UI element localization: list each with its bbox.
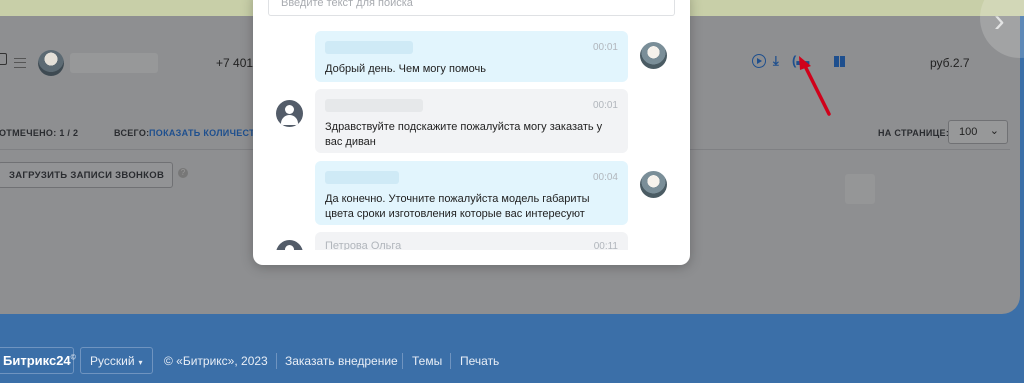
total-label: ВСЕГО: bbox=[114, 128, 150, 138]
search-input[interactable] bbox=[269, 0, 674, 15]
sender-name-blurred bbox=[325, 171, 399, 184]
client-avatar bbox=[276, 100, 303, 127]
book-icon[interactable] bbox=[834, 56, 845, 67]
contact-name-blurred bbox=[70, 53, 158, 73]
footer-divider bbox=[402, 353, 403, 369]
themes-link[interactable]: Темы bbox=[412, 354, 442, 368]
show-count-link[interactable]: ПОКАЗАТЬ КОЛИЧЕСТВО bbox=[149, 128, 269, 138]
row-menu-icon[interactable] bbox=[14, 58, 26, 68]
message-client: 00:01 Здравствуйте подскажите пожалуйста… bbox=[315, 89, 628, 153]
per-page-select[interactable]: 100 ⌄ bbox=[948, 120, 1008, 144]
logo-text: Битрикс24 bbox=[3, 353, 71, 368]
message-operator: 00:01 Добрый день. Чем могу помочь bbox=[315, 31, 628, 82]
chevron-down-icon: ▾ bbox=[138, 358, 143, 367]
transcript-search[interactable] bbox=[268, 0, 675, 16]
placeholder-box bbox=[845, 174, 875, 204]
footer-divider bbox=[450, 353, 451, 369]
sender-name-blurred bbox=[325, 99, 423, 112]
message-time: 00:01 bbox=[592, 42, 618, 53]
message-time: 00:04 bbox=[592, 172, 618, 183]
operator-avatar bbox=[640, 171, 667, 198]
message-client: 00:11 Петрова Ольга bbox=[315, 232, 628, 250]
message-time: 00:11 bbox=[593, 241, 618, 250]
contact-phone: +7 401 bbox=[216, 56, 254, 70]
footer: Битрикс24© Русский ▾ © «Битрикс», 2023 За… bbox=[0, 340, 1024, 383]
per-page-value: 100 bbox=[959, 126, 978, 138]
transcript-modal: 00:01 Добрый день. Чем могу помочь 00:01… bbox=[253, 0, 690, 265]
upload-recordings-button[interactable]: ЗАГРУЗИТЬ ЗАПИСИ ЗВОНКОВ bbox=[0, 162, 173, 188]
marked-count: ОТМЕЧЕНО: 1 / 2 bbox=[0, 128, 79, 138]
help-icon[interactable]: ? bbox=[178, 168, 188, 178]
chevron-down-icon: ⌄ bbox=[989, 125, 999, 137]
print-link[interactable]: Печать bbox=[460, 354, 499, 368]
message-text: Да конечно. Уточните пожалуйста модель г… bbox=[325, 193, 590, 220]
bitrix24-logo[interactable]: Битрикс24© bbox=[0, 347, 76, 374]
row-checkbox[interactable] bbox=[0, 53, 7, 65]
annotation-arrow bbox=[799, 56, 831, 116]
sender-name-blurred bbox=[325, 41, 413, 54]
footer-divider bbox=[276, 353, 277, 369]
language-select[interactable]: Русский ▾ bbox=[80, 347, 153, 374]
message-operator: 00:04 Да конечно. Уточните пожалуйста мо… bbox=[315, 161, 628, 225]
sender-name: Петрова Ольга bbox=[325, 240, 402, 250]
message-list[interactable]: 00:01 Добрый день. Чем могу помочь 00:01… bbox=[253, 30, 690, 250]
order-implementation-link[interactable]: Заказать внедрение bbox=[285, 354, 398, 368]
message-time: 00:01 bbox=[592, 100, 618, 111]
per-page-label: НА СТРАНИЦЕ: bbox=[878, 128, 950, 138]
contact-avatar bbox=[38, 50, 64, 76]
message-text: Здравствуйте подскажите пожалуйста могу … bbox=[325, 121, 603, 148]
call-price: руб.2.7 bbox=[930, 56, 970, 70]
language-value: Русский bbox=[90, 354, 135, 368]
download-icon[interactable]: ⤓ bbox=[773, 53, 779, 69]
client-avatar bbox=[276, 240, 303, 250]
message-text: Добрый день. Чем могу помочь bbox=[325, 63, 486, 75]
operator-avatar bbox=[640, 42, 667, 69]
copyright-text: © «Битрикс», 2023 bbox=[164, 354, 268, 368]
play-icon[interactable] bbox=[752, 54, 766, 68]
chevron-right-icon: › bbox=[994, 2, 1005, 38]
